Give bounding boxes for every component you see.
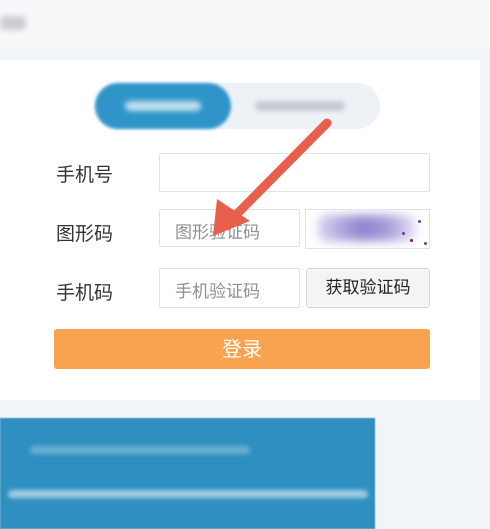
captcha-input[interactable]: 图形验证码	[159, 209, 300, 247]
tab-active[interactable]	[95, 83, 231, 129]
captcha-image[interactable]	[305, 209, 430, 249]
captcha-placeholder: 图形验证码	[175, 223, 260, 243]
get-code-button[interactable]: 获取验证码	[306, 268, 430, 308]
sms-placeholder: 手机验证码	[175, 282, 260, 302]
phone-input[interactable]	[159, 153, 430, 192]
sms-label: 手机码	[56, 282, 114, 304]
top-bar-title	[0, 16, 26, 30]
top-bar	[0, 0, 490, 48]
login-tabs	[95, 83, 380, 129]
sms-input[interactable]: 手机验证码	[159, 268, 300, 308]
captcha-label: 图形码	[56, 223, 114, 245]
login-button[interactable]: 登录	[54, 329, 430, 369]
bottom-banner	[0, 418, 375, 529]
phone-label: 手机号	[56, 164, 114, 186]
